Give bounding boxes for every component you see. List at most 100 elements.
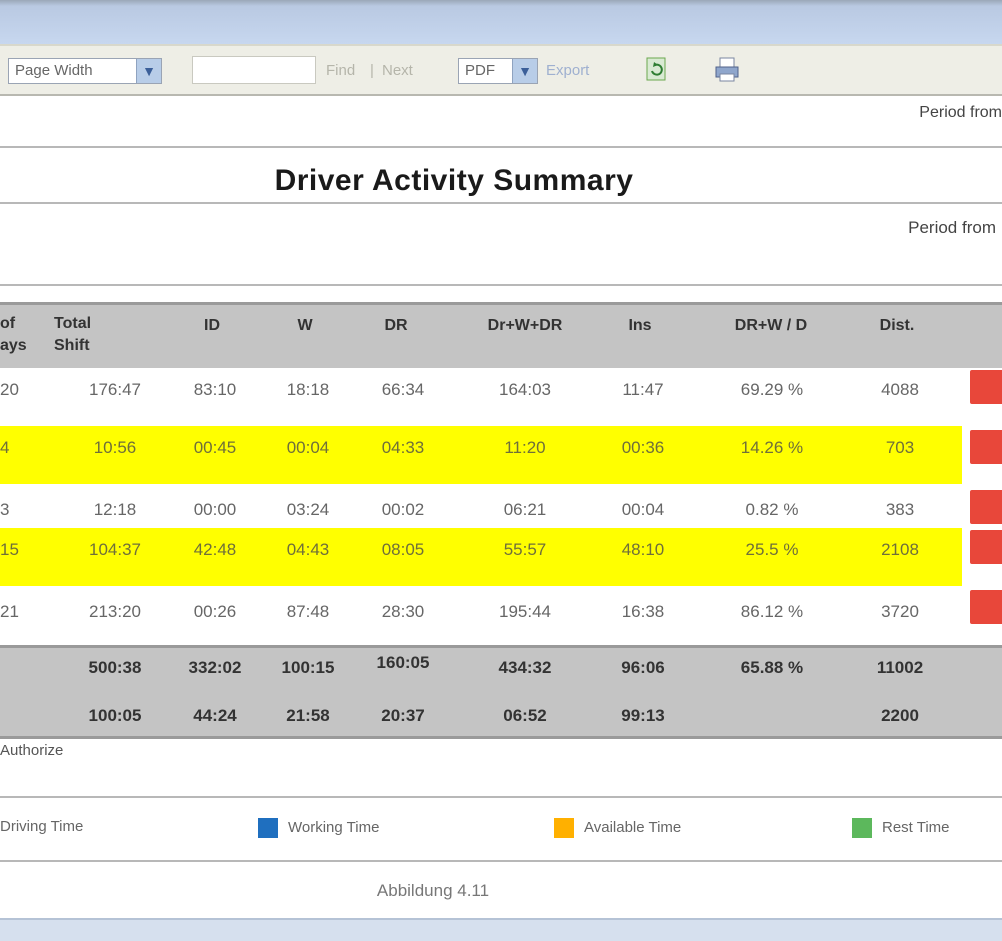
table-row-highlighted: 15 104:37 42:48 04:43 08:05 55:57 48:10 … <box>0 528 962 586</box>
find-separator: | <box>370 62 374 79</box>
table-cell: 87:48 <box>286 602 330 621</box>
table-cell: 4 <box>0 438 10 457</box>
report-title: Driver Activity Summary <box>274 164 634 197</box>
export-link[interactable]: Export <box>546 62 589 79</box>
print-icon[interactable] <box>714 56 742 84</box>
table-cell: 0.82 % <box>745 500 799 519</box>
table-cell: 00:36 <box>621 438 665 457</box>
table-row: 21 213:20 00:26 87:48 28:30 195:44 16:38… <box>0 590 1002 640</box>
column-header: DR+W / D <box>734 317 808 334</box>
legend-item-working: Working Time <box>258 818 379 838</box>
report-toolbar: Page Width ▼ Find | Next PDF ▼ Export <box>0 44 1002 96</box>
table-cell: 15 <box>0 540 19 559</box>
total-cell: 96:06 <box>621 658 665 677</box>
total-cell: 500:38 <box>88 658 142 677</box>
total-cell: 160:05 <box>376 653 430 672</box>
table-cell: 00:04 <box>286 438 330 457</box>
total-cell: 06:52 <box>503 706 547 725</box>
divider <box>0 860 1002 862</box>
table-cell: 28:30 <box>381 602 425 621</box>
column-header-days: of ays <box>0 315 27 354</box>
table-cell: 42:48 <box>193 540 237 559</box>
table-cell: 48:10 <box>621 540 665 559</box>
refresh-icon[interactable] <box>644 56 670 84</box>
row-detail-button[interactable] <box>970 430 1002 464</box>
table-row-highlighted: 4 10:56 00:45 00:04 04:33 11:20 00:36 14… <box>0 426 962 484</box>
total-cell: 434:32 <box>498 658 552 677</box>
table-cell: 66:34 <box>381 380 425 399</box>
table-cell: 12:18 <box>93 500 137 519</box>
window-titlebar <box>0 0 1002 44</box>
table-cell: 08:05 <box>381 540 425 559</box>
total-cell: 99:13 <box>621 706 665 725</box>
row-detail-button[interactable] <box>970 490 1002 524</box>
legend-item-rest: Rest Time <box>852 818 950 838</box>
total-cell: 44:24 <box>193 706 237 725</box>
table-cell: 2108 <box>881 540 919 559</box>
table-cell: 213:20 <box>89 602 141 621</box>
zoom-select[interactable]: Page Width ▼ <box>8 58 162 84</box>
column-header: Dr+W+DR <box>487 317 563 334</box>
row-detail-button[interactable] <box>970 370 1002 404</box>
legend-swatch <box>852 818 872 838</box>
table-cell: 14.26 % <box>740 438 804 457</box>
legend-item-driving: Driving Time <box>0 818 84 835</box>
row-detail-button[interactable] <box>970 530 1002 564</box>
divider <box>0 796 1002 798</box>
table-cell: 86.12 % <box>740 602 804 621</box>
total-cell: 332:02 <box>188 658 242 677</box>
next-link[interactable]: Next <box>382 62 413 79</box>
total-cell: 2200 <box>881 706 919 725</box>
table-cell: 176:47 <box>89 380 141 399</box>
table-cell: 383 <box>885 500 915 519</box>
table-cell: 00:26 <box>193 602 237 621</box>
table-cell: 164:03 <box>499 380 551 399</box>
table-cell: 03:24 <box>286 500 330 519</box>
table-cell: 55:57 <box>503 540 547 559</box>
table-cell: 04:33 <box>381 438 425 457</box>
table-cell: 16:38 <box>621 602 665 621</box>
legend-item-available: Available Time <box>554 818 681 838</box>
total-cell: 20:37 <box>381 706 425 725</box>
table-cell: 3 <box>0 500 10 519</box>
table-cell: 00:00 <box>193 500 237 519</box>
footnote: Authorize <box>0 742 64 759</box>
table-cell: 703 <box>885 438 915 457</box>
row-detail-button[interactable] <box>970 590 1002 624</box>
period-label: Period from <box>908 218 996 237</box>
chevron-down-icon[interactable]: ▼ <box>136 59 161 83</box>
divider <box>0 284 1002 286</box>
legend-swatch <box>554 818 574 838</box>
total-cell: 65.88 % <box>740 658 804 677</box>
table-cell: 3720 <box>881 602 919 621</box>
table-row: 20 176:47 83:10 18:18 66:34 164:03 11:47… <box>0 368 1002 418</box>
chevron-down-icon[interactable]: ▼ <box>512 59 537 83</box>
table-cell: 4088 <box>881 380 919 399</box>
zoom-select-value: Page Width <box>15 62 93 79</box>
column-header: ID <box>204 317 220 334</box>
window-bottom-edge <box>0 918 1002 941</box>
find-link[interactable]: Find <box>326 62 355 79</box>
table-cell: 18:18 <box>286 380 330 399</box>
table-cell: 00:04 <box>621 500 665 519</box>
table-totals: 500:38 332:02 100:15 160:05 434:32 96:06… <box>0 645 1002 739</box>
find-input[interactable] <box>192 56 316 84</box>
table-cell: 11:20 <box>504 438 546 457</box>
export-format-select[interactable]: PDF ▼ <box>458 58 538 84</box>
column-header: Ins <box>628 317 652 334</box>
total-cell: 100:15 <box>281 658 335 677</box>
legend-swatch <box>258 818 278 838</box>
table-cell: 00:45 <box>193 438 237 457</box>
table-cell: 11:47 <box>622 380 664 399</box>
table-cell: 06:21 <box>503 500 547 519</box>
table-header: of ays Total Shift ID W DR Dr+W+DR Ins D… <box>0 302 1002 368</box>
column-header: DR <box>384 317 408 334</box>
page-footer: Abbildung 4.11 <box>376 881 490 900</box>
table-cell: 25.5 % <box>745 540 799 559</box>
table-cell: 10:56 <box>93 438 137 457</box>
table-cell: 104:37 <box>89 540 141 559</box>
total-cell: 100:05 <box>88 706 142 725</box>
table-cell: 83:10 <box>193 380 237 399</box>
table-cell: 69.29 % <box>740 380 804 399</box>
column-header-total-shift: Total Shift <box>54 315 92 354</box>
